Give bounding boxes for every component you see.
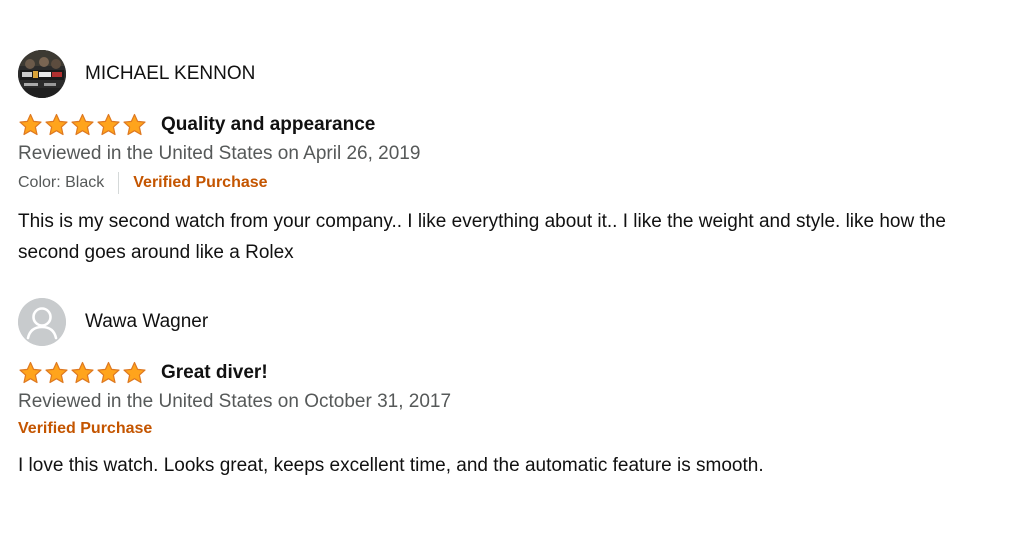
star-icon: [123, 113, 146, 136]
star-icon: [123, 361, 146, 384]
review-body: This is my second watch from your compan…: [18, 211, 946, 263]
review-card: Wawa Wagner Great diver! Reviewed in the…: [18, 298, 998, 481]
avatar-photo-icon: [18, 50, 66, 98]
star-icon: [45, 361, 68, 384]
color-variant-link[interactable]: Color: Black: [18, 174, 104, 192]
review-author-row: MICHAEL KENNON: [18, 50, 998, 98]
review-card: MICHAEL KENNON Quality and appearance Re…: [18, 50, 998, 268]
star-icon: [19, 361, 42, 384]
star-icon: [97, 361, 120, 384]
author-name[interactable]: MICHAEL KENNON: [85, 63, 255, 85]
review-title[interactable]: Quality and appearance: [161, 114, 375, 136]
verified-purchase-badge[interactable]: Verified Purchase: [18, 420, 152, 438]
star-icon: [45, 113, 68, 136]
author-name[interactable]: Wawa Wagner: [85, 311, 208, 333]
star-icon: [71, 113, 94, 136]
rating-row: Great diver!: [18, 360, 998, 386]
verified-purchase-badge[interactable]: Verified Purchase: [133, 174, 267, 192]
star-rating[interactable]: [18, 361, 147, 385]
review-date: Reviewed in the United States on April 2…: [18, 143, 421, 164]
meta-divider: [118, 172, 120, 194]
star-icon: [71, 361, 94, 384]
star-icon: [19, 113, 42, 136]
star-rating[interactable]: [18, 113, 147, 137]
default-avatar-icon: [18, 298, 66, 346]
review-title[interactable]: Great diver!: [161, 362, 268, 384]
review-author-row: Wawa Wagner: [18, 298, 998, 346]
rating-row: Quality and appearance: [18, 112, 998, 138]
review-body: I love this watch. Looks great, keeps ex…: [18, 455, 764, 476]
review-meta-row: Verified Purchase: [18, 420, 998, 438]
author-avatar[interactable]: [18, 50, 66, 98]
author-avatar[interactable]: [18, 298, 66, 346]
review-meta-row: Color: Black Verified Purchase: [18, 172, 998, 194]
review-date: Reviewed in the United States on October…: [18, 391, 452, 412]
star-icon: [97, 113, 120, 136]
